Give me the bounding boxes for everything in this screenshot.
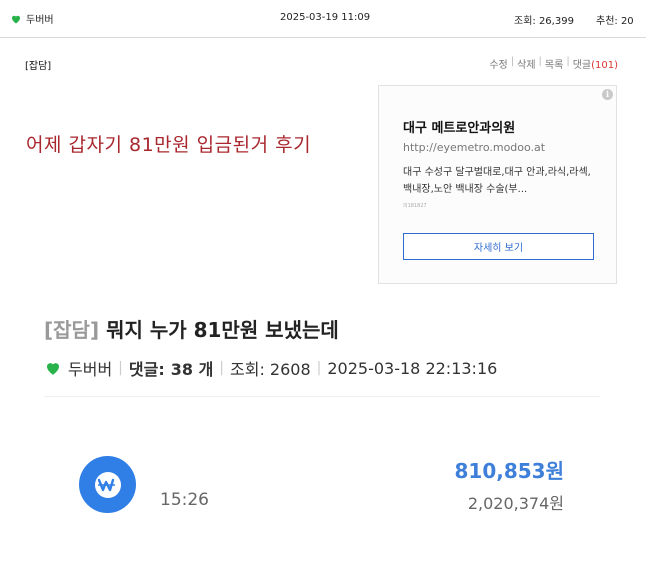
edit-link[interactable]: 수정: [489, 56, 507, 71]
ad-code: 의181827: [403, 203, 427, 209]
info-icon[interactable]: i: [602, 89, 613, 100]
post-category: [잡담]: [25, 61, 52, 72]
transaction-balance: 2,020,374원: [467, 494, 564, 513]
won-symbol: [94, 471, 121, 498]
post-title: 어제 갑자기 81만원 입금된거 후기: [26, 134, 312, 156]
list-link[interactable]: 목록: [545, 56, 563, 71]
embedded-views: 조회: 2608: [230, 360, 311, 379]
ad-title[interactable]: 대구 메트로안과의원: [403, 117, 515, 136]
divider: |: [566, 56, 570, 67]
embedded-post-title: [잡담] 뭐지 누가 81만원 보냈는데: [44, 314, 339, 343]
ad-detail-button[interactable]: 자세히 보기: [403, 233, 594, 260]
delete-link[interactable]: 삭제: [517, 56, 535, 71]
embedded-datetime: 2025-03-18 22:13:16: [327, 358, 498, 378]
embedded-author: 두버버: [68, 360, 113, 379]
embedded-title-text: 뭐지 누가 81만원 보냈는데: [106, 318, 339, 342]
divider: |: [118, 360, 123, 376]
recommend-count: 추천: 20: [596, 16, 634, 27]
ad-url[interactable]: http://eyemetro.modoo.at: [403, 141, 545, 154]
won-glyph-icon: [97, 478, 115, 491]
transaction-time: 15:26: [160, 490, 209, 510]
won-icon: [79, 456, 136, 513]
divider: |: [316, 360, 322, 376]
author-name[interactable]: 두버버: [26, 11, 54, 26]
divider: |: [510, 56, 515, 67]
embedded-category: [잡담]: [44, 318, 100, 342]
ad-box[interactable]: i 대구 메트로안과의원 http://eyemetro.modoo.at 대구…: [378, 85, 617, 284]
heart-icon: [12, 15, 20, 23]
post-actions: 수정 | 삭제 | 목록 | 댓글(101): [489, 56, 618, 71]
embedded-comments-label: 댓글:: [128, 360, 165, 379]
heart-icon: [47, 363, 59, 375]
comment-count: (101): [591, 60, 618, 71]
view-count: 조회: 26,399: [514, 16, 574, 27]
post-date: 2025-03-19 11:09: [280, 12, 371, 23]
divider: |: [219, 360, 225, 376]
divider: |: [538, 56, 542, 67]
divider-line: [44, 396, 600, 397]
comment-link[interactable]: 댓글(101): [573, 56, 618, 71]
transaction-amount: 810,853원: [454, 459, 565, 483]
ad-description: 대구 수성구 달구벌대로,대구 안과,라식,라섹,백내장,노안 백내장 수술(부…: [403, 167, 591, 195]
comment-label: 댓글: [572, 60, 592, 71]
author-info[interactable]: 두버버: [10, 11, 54, 26]
embedded-post-meta: 두버버 | 댓글: 38 개 | 조회: 2608 | 2025-03-18 2…: [44, 356, 497, 380]
post-header-bar: 두버버 2025-03-19 11:09 조회: 26,399 추천: 20: [0, 0, 646, 38]
embedded-comments-value: 38 개: [170, 360, 214, 379]
